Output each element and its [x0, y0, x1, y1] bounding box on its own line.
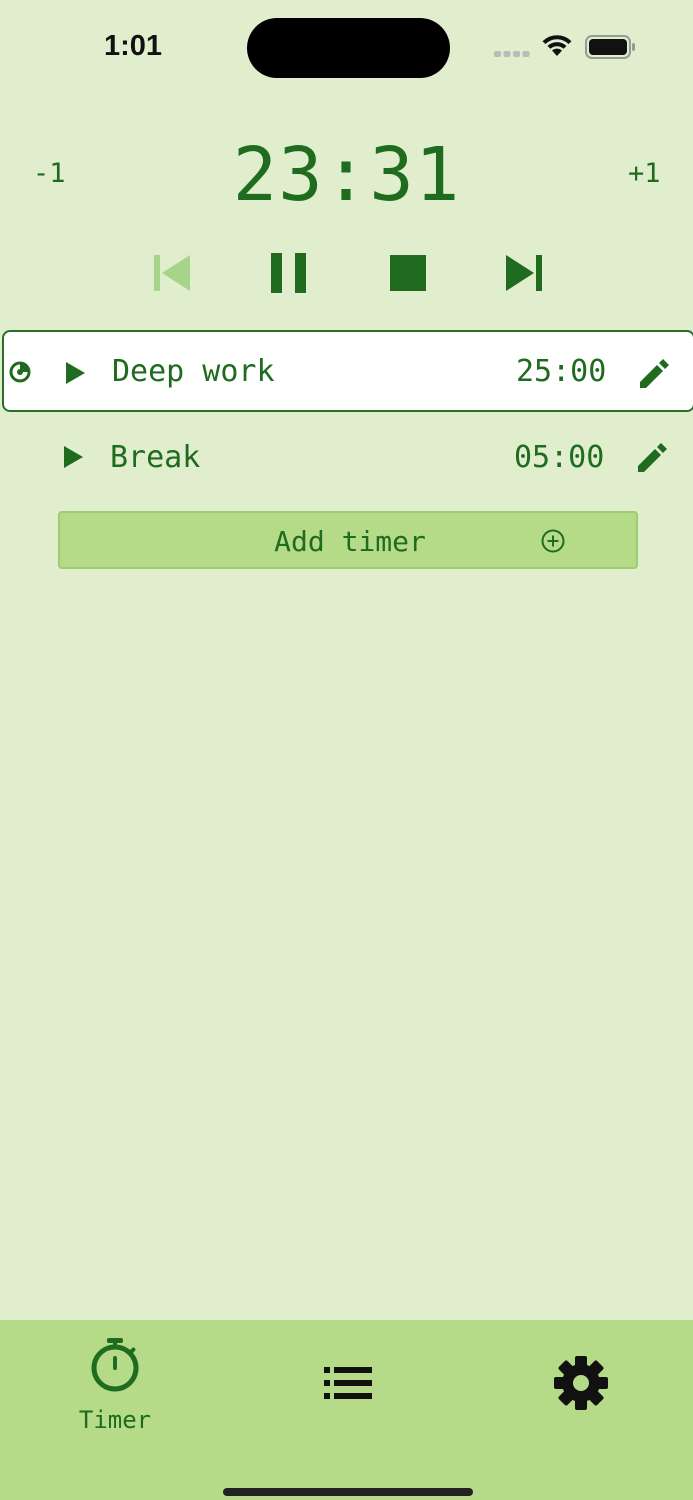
- pause-button[interactable]: [266, 250, 316, 296]
- playback-controls: [0, 250, 693, 300]
- timer-name: Deep work: [112, 354, 275, 389]
- plus-circle-icon: [541, 529, 565, 553]
- stop-button[interactable]: [384, 250, 434, 296]
- gear-icon: [554, 1356, 608, 1410]
- wifi-icon: [542, 35, 572, 56]
- timer-row-break[interactable]: Break 05:00: [2, 418, 693, 500]
- timer-duration: 05:00: [514, 440, 605, 475]
- tab-timer[interactable]: Timer: [60, 1320, 170, 1450]
- increase-minute-button[interactable]: +1: [628, 158, 661, 189]
- stopwatch-icon: [91, 1338, 139, 1392]
- current-time-display: 23:31: [232, 132, 461, 218]
- add-timer-button[interactable]: Add timer: [58, 511, 638, 569]
- skip-back-icon: [154, 255, 190, 291]
- home-indicator[interactable]: [223, 1488, 473, 1496]
- skip-forward-button[interactable]: [500, 250, 550, 296]
- status-time: 1:01: [104, 30, 163, 62]
- tab-list[interactable]: [318, 1320, 378, 1450]
- skip-back-button[interactable]: [148, 250, 198, 296]
- timer-duration: 25:00: [516, 354, 607, 389]
- timer-row-deep-work[interactable]: Deep work 25:00: [2, 330, 693, 412]
- pencil-icon[interactable]: [636, 356, 670, 390]
- timer-name: Break: [110, 440, 201, 475]
- dynamic-island: [247, 18, 450, 78]
- battery-icon: [585, 35, 635, 59]
- skip-forward-icon: [506, 255, 542, 291]
- pencil-icon[interactable]: [634, 440, 668, 474]
- play-icon[interactable]: [62, 360, 88, 386]
- play-icon[interactable]: [60, 444, 86, 470]
- tab-timer-label: Timer: [78, 1406, 152, 1434]
- tab-bar: Timer: [0, 1320, 693, 1500]
- running-indicator-icon: [9, 361, 31, 383]
- list-icon: [324, 1367, 372, 1399]
- signal-dots-icon: [494, 51, 530, 57]
- stop-icon: [390, 255, 426, 291]
- status-bar: 1:01: [0, 0, 693, 100]
- pause-icon: [271, 253, 306, 293]
- tab-settings[interactable]: [550, 1320, 610, 1450]
